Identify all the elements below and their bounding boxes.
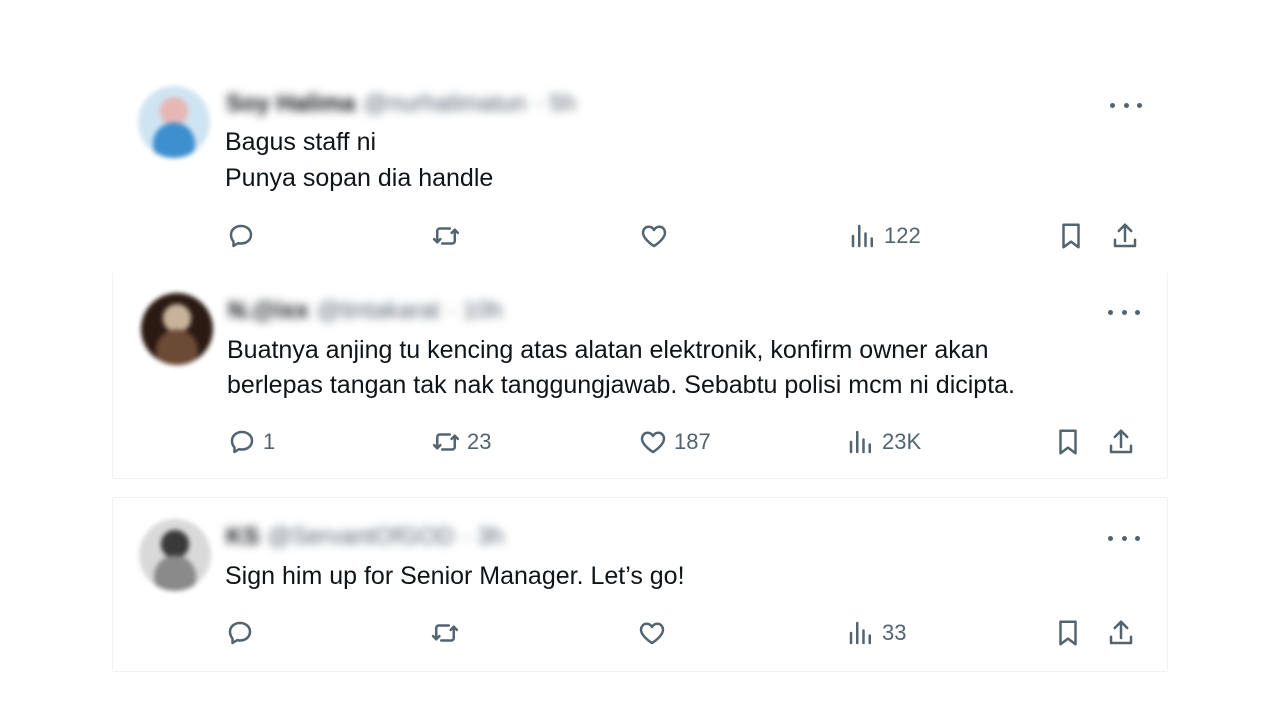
- share-button[interactable]: [1106, 426, 1136, 458]
- bookmark-button[interactable]: [1056, 220, 1086, 252]
- like-count: 187: [674, 429, 711, 454]
- bookmark-icon: [1062, 223, 1080, 249]
- reply-icon: [230, 430, 254, 454]
- tweet-text-line: Sign him up for Senior Manager. Let’s go…: [225, 562, 685, 590]
- repost-count: 23: [467, 429, 492, 454]
- like-button[interactable]: [637, 617, 673, 649]
- avatar[interactable]: [141, 293, 213, 365]
- share-button[interactable]: [1106, 617, 1136, 649]
- tweet-header: KS @ServantOfGOD · 3h: [226, 522, 504, 552]
- tweet-text-line: berlepas tangan tak nak tanggungjawab. S…: [227, 371, 1016, 399]
- like-button[interactable]: [639, 220, 675, 252]
- views-count: 33: [882, 620, 907, 645]
- bookmark-icon: [1059, 620, 1077, 646]
- bookmark-icon: [1059, 429, 1077, 455]
- reply-icon: [229, 224, 253, 248]
- share-icon: [1113, 223, 1137, 248]
- reply-button[interactable]: [225, 617, 261, 649]
- author-name[interactable]: Soy Halima: [226, 90, 355, 118]
- like-button[interactable]: 187: [638, 426, 711, 458]
- tweet-text-line: Bagus staff ni: [225, 128, 377, 156]
- more-icon[interactable]: [1110, 95, 1142, 115]
- like-icon: [640, 431, 666, 454]
- share-icon: [1109, 429, 1133, 454]
- reply-button[interactable]: [226, 220, 262, 252]
- repost-icon: [432, 227, 460, 245]
- avatar[interactable]: [138, 86, 210, 158]
- more-icon[interactable]: [1108, 528, 1140, 548]
- share-icon: [1109, 620, 1133, 645]
- reply-button[interactable]: 1: [227, 426, 275, 458]
- reply-icon: [228, 621, 252, 645]
- like-icon: [639, 622, 665, 645]
- author-name[interactable]: KS: [226, 523, 259, 551]
- repost-button[interactable]: 23: [431, 426, 491, 458]
- more-icon[interactable]: [1108, 302, 1140, 322]
- bookmark-button[interactable]: [1053, 426, 1083, 458]
- author-handle[interactable]: @nurhalimatun: [363, 90, 526, 118]
- author-handle[interactable]: @tintakarat: [317, 297, 440, 325]
- reply-count: 1: [263, 429, 276, 454]
- tweet-time[interactable]: · 10h: [448, 297, 503, 325]
- tweet-header: Soy Halima @nurhalimatun · 5h: [226, 89, 576, 119]
- views-icon: [851, 224, 873, 248]
- views-button[interactable]: 122: [848, 220, 921, 252]
- author-handle[interactable]: @ServantOfGOD: [267, 523, 454, 551]
- views-icon: [849, 621, 871, 645]
- views-button[interactable]: 33: [846, 617, 906, 649]
- views-count: 122: [884, 223, 921, 248]
- repost-icon: [432, 433, 460, 451]
- share-button[interactable]: [1110, 220, 1140, 252]
- repost-button[interactable]: [430, 617, 466, 649]
- views-button[interactable]: 23K: [846, 426, 921, 458]
- avatar[interactable]: [139, 519, 211, 591]
- tweet-text-line: Punya sopan dia handle: [225, 164, 494, 192]
- repost-button[interactable]: [431, 220, 467, 252]
- tweet-header: N.@ixx @tintakarat · 10h: [228, 296, 503, 326]
- tweet-text-line: Buatnya anjing tu kencing atas alatan el…: [227, 336, 989, 364]
- tweet-time[interactable]: · 5h: [535, 90, 576, 118]
- views-icon: [849, 430, 871, 454]
- author-name[interactable]: N.@ixx: [228, 297, 309, 325]
- bookmark-button[interactable]: [1053, 617, 1083, 649]
- views-count: 23K: [882, 429, 922, 454]
- tweet-time[interactable]: · 3h: [462, 523, 503, 551]
- like-icon: [641, 225, 667, 248]
- repost-icon: [431, 624, 459, 642]
